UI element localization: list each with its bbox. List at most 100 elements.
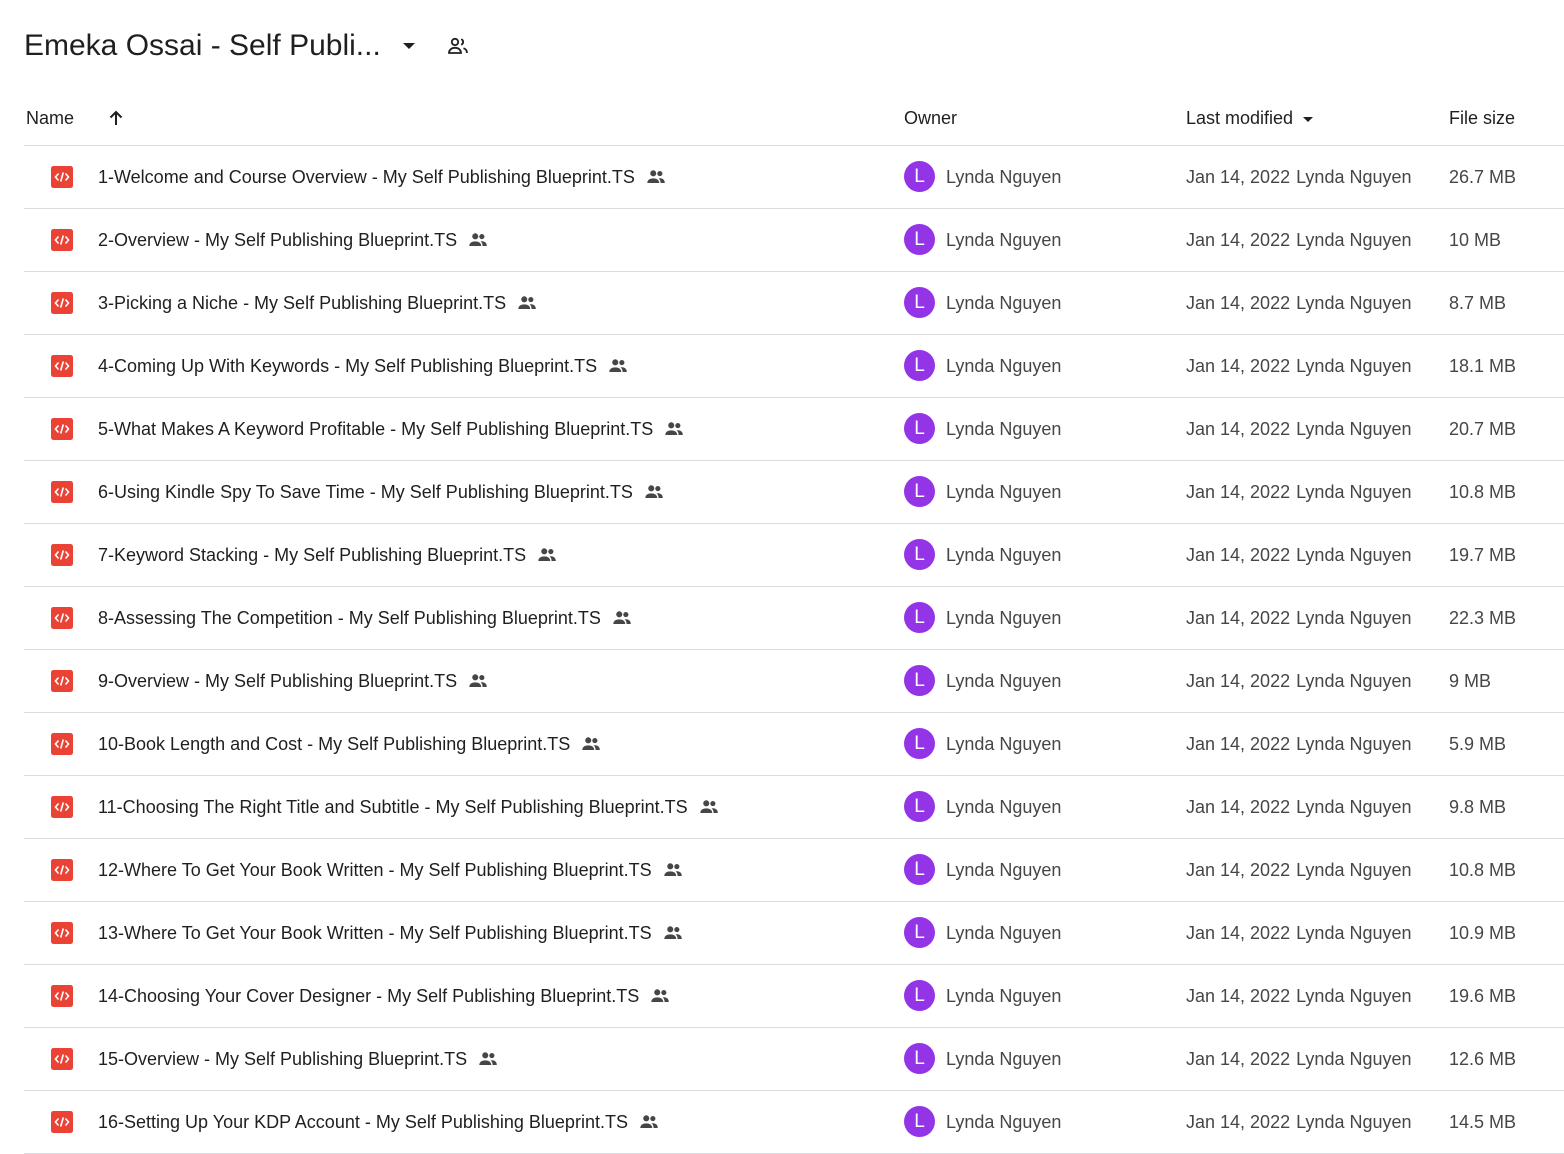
file-row[interactable]: 4-Coming Up With Keywords - My Self Publ… [24,335,1564,398]
avatar[interactable]: L [904,854,935,885]
file-row[interactable]: 15-Overview - My Self Publishing Bluepri… [24,1028,1564,1091]
file-row[interactable]: 6-Using Kindle Spy To Save Time - My Sel… [24,461,1564,524]
code-file-icon [51,355,73,377]
file-size: 10 MB [1449,229,1502,250]
last-modified: Jan 14, 2022 Lynda Nguyen [1186,839,1412,901]
file-row[interactable]: 2-Overview - My Self Publishing Blueprin… [24,209,1564,272]
avatar[interactable]: L [904,1043,935,1074]
file-name: 10-Book Length and Cost - My Self Publis… [98,733,571,754]
file-list-header: Name Owner Last modified File size [24,96,1564,146]
file-name-cell: 9-Overview - My Self Publishing Blueprin… [98,650,489,712]
avatar[interactable]: L [904,1106,935,1137]
arrow-drop-down-icon[interactable] [399,36,419,56]
code-file-icon [51,922,73,944]
avatar[interactable]: L [904,476,935,507]
modified-date: Jan 14, 2022 [1186,229,1291,250]
file-row[interactable]: 10-Book Length and Cost - My Self Publis… [24,713,1564,776]
modified-by: Lynda Nguyen [1296,418,1412,439]
owner-name: Lynda Nguyen [946,544,1062,565]
shared-people-icon [536,544,558,566]
file-row[interactable]: 8-Assessing The Competition - My Self Pu… [24,587,1564,650]
shared-people-icon [643,481,665,503]
file-name: 12-Where To Get Your Book Written - My S… [98,859,652,880]
file-name: 13-Where To Get Your Book Written - My S… [98,922,652,943]
column-header-last-modified[interactable]: Last modified [1186,108,1315,129]
file-row[interactable]: 5-What Makes A Keyword Profitable - My S… [24,398,1564,461]
file-row[interactable]: 11-Choosing The Right Title and Subtitle… [24,776,1564,839]
modified-date: Jan 14, 2022 [1186,607,1291,628]
file-size: 19.6 MB [1449,985,1517,1006]
modified-by: Lynda Nguyen [1296,796,1412,817]
code-file-icon [51,166,73,188]
file-row[interactable]: 12-Where To Get Your Book Written - My S… [24,839,1564,902]
avatar[interactable]: L [904,728,935,759]
modified-date: Jan 14, 2022 [1186,859,1291,880]
column-header-name[interactable]: Name [26,108,74,129]
file-size: 8.7 MB [1449,292,1507,313]
modified-date: Jan 14, 2022 [1186,166,1291,187]
avatar[interactable]: L [904,980,935,1011]
shared-people-icon [467,670,489,692]
file-name: 15-Overview - My Self Publishing Bluepri… [98,1048,468,1069]
file-name: 2-Overview - My Self Publishing Blueprin… [98,229,458,250]
modified-by: Lynda Nguyen [1296,166,1412,187]
last-modified: Jan 14, 2022 Lynda Nguyen [1186,524,1412,586]
file-name: 7-Keyword Stacking - My Self Publishing … [98,544,527,565]
file-row[interactable]: 3-Picking a Niche - My Self Publishing B… [24,272,1564,335]
file-row[interactable]: 13-Where To Get Your Book Written - My S… [24,902,1564,965]
folder-title[interactable]: Emeka Ossai - Self Publi... [24,29,381,63]
file-row[interactable]: 7-Keyword Stacking - My Self Publishing … [24,524,1564,587]
modified-by: Lynda Nguyen [1296,607,1412,628]
code-file-icon [51,985,73,1007]
file-row[interactable]: 16-Setting Up Your KDP Account - My Self… [24,1091,1564,1154]
owner-name: Lynda Nguyen [946,985,1062,1006]
column-header-file-size[interactable]: File size [1449,108,1515,129]
file-row[interactable]: 1-Welcome and Course Overview - My Self … [24,146,1564,209]
avatar[interactable]: L [904,917,935,948]
shared-people-icon [580,733,602,755]
people-outline-icon[interactable] [445,33,471,59]
shared-people-icon [638,1111,660,1133]
file-row[interactable]: 9-Overview - My Self Publishing Blueprin… [24,650,1564,713]
avatar[interactable]: L [904,161,935,192]
file-size: 10.8 MB [1449,481,1517,502]
modified-date: Jan 14, 2022 [1186,796,1291,817]
file-name-cell: 4-Coming Up With Keywords - My Self Publ… [98,335,629,397]
avatar[interactable]: L [904,791,935,822]
arrow-upward-icon[interactable] [104,106,128,130]
last-modified: Jan 14, 2022 Lynda Nguyen [1186,965,1412,1027]
last-modified: Jan 14, 2022 Lynda Nguyen [1186,272,1412,334]
avatar[interactable]: L [904,602,935,633]
code-file-icon [51,292,73,314]
modified-date: Jan 14, 2022 [1186,481,1291,502]
owner-name: Lynda Nguyen [946,607,1062,628]
code-file-icon [51,796,73,818]
folder-header: Emeka Ossai - Self Publi... [24,22,471,70]
modified-date: Jan 14, 2022 [1186,292,1291,313]
column-header-owner[interactable]: Owner [904,108,957,129]
avatar[interactable]: L [904,224,935,255]
file-name: 6-Using Kindle Spy To Save Time - My Sel… [98,481,633,502]
file-name-cell: 10-Book Length and Cost - My Self Publis… [98,713,602,775]
code-file-icon [51,1111,73,1133]
shared-people-icon [611,607,633,629]
file-name-cell: 15-Overview - My Self Publishing Bluepri… [98,1028,499,1090]
shared-people-icon [477,1048,499,1070]
owner-name: Lynda Nguyen [946,922,1062,943]
avatar[interactable]: L [904,539,935,570]
avatar[interactable]: L [904,665,935,696]
last-modified: Jan 14, 2022 Lynda Nguyen [1186,902,1412,964]
file-name-cell: 11-Choosing The Right Title and Subtitle… [98,776,720,838]
avatar[interactable]: L [904,413,935,444]
avatar[interactable]: L [904,350,935,381]
file-row[interactable]: 14-Choosing Your Cover Designer - My Sel… [24,965,1564,1028]
file-name: 3-Picking a Niche - My Self Publishing B… [98,292,507,313]
last-modified: Jan 14, 2022 Lynda Nguyen [1186,209,1412,271]
avatar[interactable]: L [904,287,935,318]
file-rows: 1-Welcome and Course Overview - My Self … [24,146,1564,1154]
code-file-icon [51,229,73,251]
owner-name: Lynda Nguyen [946,292,1062,313]
file-size: 26.7 MB [1449,166,1517,187]
modified-by: Lynda Nguyen [1296,985,1412,1006]
owner-name: Lynda Nguyen [946,796,1062,817]
